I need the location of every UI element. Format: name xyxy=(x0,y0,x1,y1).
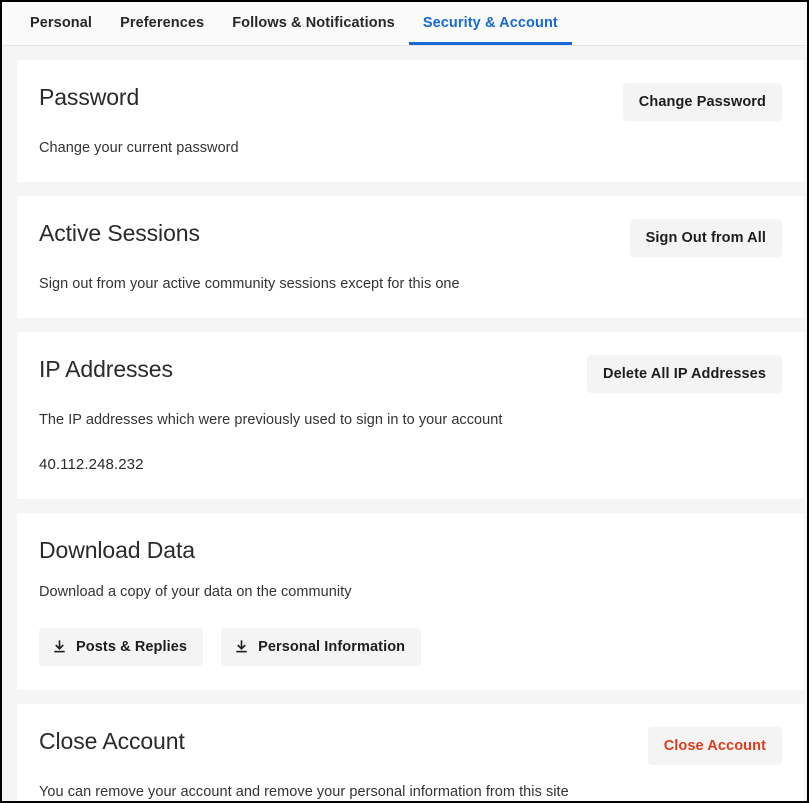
sign-out-from-all-button[interactable]: Sign Out from All xyxy=(629,219,782,257)
tab-security-account[interactable]: Security & Account xyxy=(408,2,572,45)
download-personal-information-button[interactable]: Personal Information xyxy=(221,628,422,666)
ip-address-item: 40.112.248.232 xyxy=(39,456,144,473)
close-account-section: Close Account Close Account You can remo… xyxy=(17,704,804,801)
download-data-description: Download a copy of your data on the comm… xyxy=(39,584,352,600)
password-title: Password xyxy=(39,84,140,110)
password-section-header: Password Change Password xyxy=(39,82,782,121)
ip-addresses-header: IP Addresses Delete All IP Addresses xyxy=(39,354,782,393)
tab-preferences[interactable]: Preferences xyxy=(106,2,218,44)
tab-follows-notifications[interactable]: Follows & Notifications xyxy=(218,2,409,44)
delete-all-ip-addresses-button[interactable]: Delete All IP Addresses xyxy=(587,355,782,393)
download-personal-information-label: Personal Information xyxy=(258,639,406,655)
close-account-button[interactable]: Close Account xyxy=(647,727,782,765)
download-posts-replies-button[interactable]: Posts & Replies xyxy=(39,628,204,666)
tab-security-account-label: Security & Account xyxy=(422,15,558,31)
download-data-buttons: Posts & Replies Personal Information xyxy=(39,627,782,666)
active-sessions-header: Active Sessions Sign Out from All xyxy=(39,218,782,257)
password-description: Change your current password xyxy=(39,140,239,156)
download-data-title: Download Data xyxy=(39,537,195,563)
ip-addresses-description: The IP addresses which were previously u… xyxy=(39,412,503,428)
tab-personal-label: Personal xyxy=(30,15,93,31)
active-sessions-section: Active Sessions Sign Out from All Sign o… xyxy=(17,196,804,318)
change-password-button[interactable]: Change Password xyxy=(622,83,782,121)
ip-addresses-title: IP Addresses xyxy=(39,356,173,382)
close-account-header: Close Account Close Account xyxy=(39,726,782,765)
download-data-header: Download Data xyxy=(39,535,782,565)
close-account-description: You can remove your account and remove y… xyxy=(39,784,569,800)
tab-follows-notifications-label: Follows & Notifications xyxy=(232,15,395,31)
tab-personal[interactable]: Personal xyxy=(16,2,106,44)
download-icon xyxy=(54,639,65,652)
settings-content: Password Change Password Change your cur… xyxy=(2,46,807,801)
password-section: Password Change Password Change your cur… xyxy=(17,60,804,182)
download-icon xyxy=(236,639,247,652)
tab-preferences-label: Preferences xyxy=(120,15,205,31)
settings-page: Personal Preferences Follows & Notificat… xyxy=(0,0,809,803)
download-posts-replies-label: Posts & Replies xyxy=(76,639,188,655)
active-sessions-title: Active Sessions xyxy=(39,220,200,246)
close-account-title: Close Account xyxy=(39,728,185,754)
settings-tab-bar: Personal Preferences Follows & Notificat… xyxy=(2,2,807,46)
active-sessions-description: Sign out from your active community sess… xyxy=(39,276,460,292)
ip-addresses-section: IP Addresses Delete All IP Addresses The… xyxy=(17,332,804,499)
download-data-section: Download Data Download a copy of your da… xyxy=(17,513,804,690)
